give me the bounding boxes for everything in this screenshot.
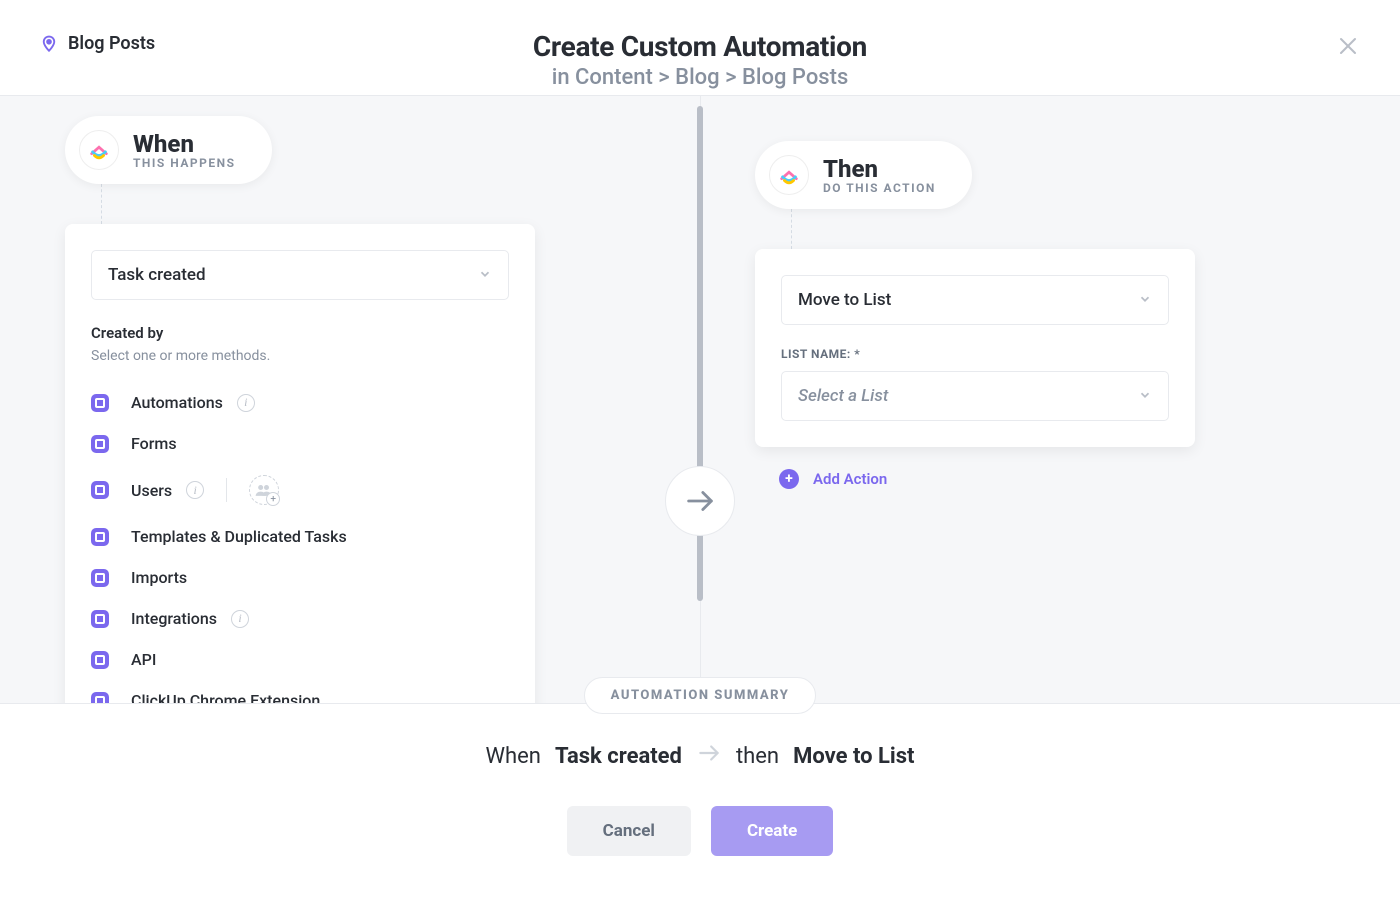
then-pill-title: Then [823,155,936,183]
info-icon[interactable]: i [186,481,204,499]
method-checkbox[interactable] [91,481,109,499]
chevron-down-icon [1138,291,1152,310]
method-label: Templates & Duplicated Tasks [131,527,347,546]
info-icon[interactable]: i [237,394,255,412]
location-pin-icon [40,35,58,53]
method-row: Imports [91,557,509,598]
method-row: ClickUp Chrome Extension [91,680,509,703]
action-select[interactable]: Move to List [781,275,1169,325]
action-value: Move to List [798,290,891,310]
arrow-right-icon [696,740,722,772]
context-breadcrumb: Blog Posts [40,33,155,54]
modal-title: Create Custom Automation [40,30,1360,63]
method-label: Imports [131,568,187,587]
plus-circle-icon: + [779,469,799,489]
method-row: Forms [91,423,509,464]
then-card: Move to List LIST NAME: * Select a List [755,249,1195,447]
then-pill: Then DO THIS ACTION [755,141,972,209]
method-label: Integrations [131,609,217,628]
close-icon [1336,34,1360,58]
method-row: API [91,639,509,680]
flow-arrow-knob [665,466,735,536]
method-checkbox[interactable] [91,692,109,704]
automation-summary: When Task created then Move to List [0,740,1400,772]
then-stem [791,209,792,249]
method-row: Automations i [91,382,509,423]
summary-then-prefix: then [736,744,779,769]
divider [226,478,227,502]
when-pill-subtitle: THIS HAPPENS [133,156,236,170]
cancel-button[interactable]: Cancel [567,806,691,856]
add-action-button[interactable]: + Add Action [779,469,1225,489]
list-select[interactable]: Select a List [781,371,1169,421]
clickup-logo-icon [79,130,119,170]
method-label: ClickUp Chrome Extension [131,691,320,703]
method-row: Templates & Duplicated Tasks [91,516,509,557]
summary-then-value: Move to List [793,744,914,769]
arrow-right-icon [683,484,717,518]
footer: AUTOMATION SUMMARY When Task created the… [0,703,1400,913]
created-by-sub: Select one or more methods. [91,348,509,364]
created-by-label: Created by [91,324,509,342]
method-checkbox[interactable] [91,651,109,669]
list-placeholder: Select a List [798,386,888,406]
method-label: API [131,650,156,669]
summary-when-prefix: When [486,744,541,769]
when-card: Task created Created by Select one or mo… [65,224,535,703]
chevron-down-icon [478,266,492,285]
close-button[interactable] [1336,32,1360,65]
trigger-select[interactable]: Task created [91,250,509,300]
info-icon[interactable]: i [231,610,249,628]
create-button[interactable]: Create [711,806,833,856]
automation-canvas: When THIS HAPPENS Task created Created b… [0,95,1400,703]
then-column: Then DO THIS ACTION Move to List LIST NA… [755,141,1225,489]
method-label: Forms [131,434,177,453]
context-label: Blog Posts [68,33,155,54]
summary-badge: AUTOMATION SUMMARY [584,677,817,714]
clickup-logo-icon [769,155,809,195]
method-checkbox[interactable] [91,528,109,546]
summary-when-value: Task created [555,744,682,769]
method-row: Integrations i [91,598,509,639]
method-checkbox[interactable] [91,569,109,587]
modal-header: Blog Posts Create Custom Automation in C… [0,0,1400,110]
add-users-button[interactable]: + [249,475,279,505]
method-label: Automations [131,393,223,412]
list-name-label: LIST NAME: * [781,347,1169,361]
method-row: Usersi + [91,464,509,516]
when-column: When THIS HAPPENS Task created Created b… [65,116,535,703]
when-pill: When THIS HAPPENS [65,116,272,184]
method-checkbox[interactable] [91,610,109,628]
method-label: Users [131,481,172,500]
modal-breadcrumb: in Content > Blog > Blog Posts [40,65,1360,90]
methods-list: AutomationsiFormsUsersi+Templates & Dupl… [91,382,509,703]
when-pill-title: When [133,130,236,158]
chevron-down-icon [1138,387,1152,406]
then-pill-subtitle: DO THIS ACTION [823,181,936,195]
when-stem [101,184,102,224]
add-action-label: Add Action [813,470,887,488]
method-checkbox[interactable] [91,435,109,453]
trigger-value: Task created [108,265,206,285]
footer-buttons: Cancel Create [0,806,1400,856]
method-checkbox[interactable] [91,394,109,412]
